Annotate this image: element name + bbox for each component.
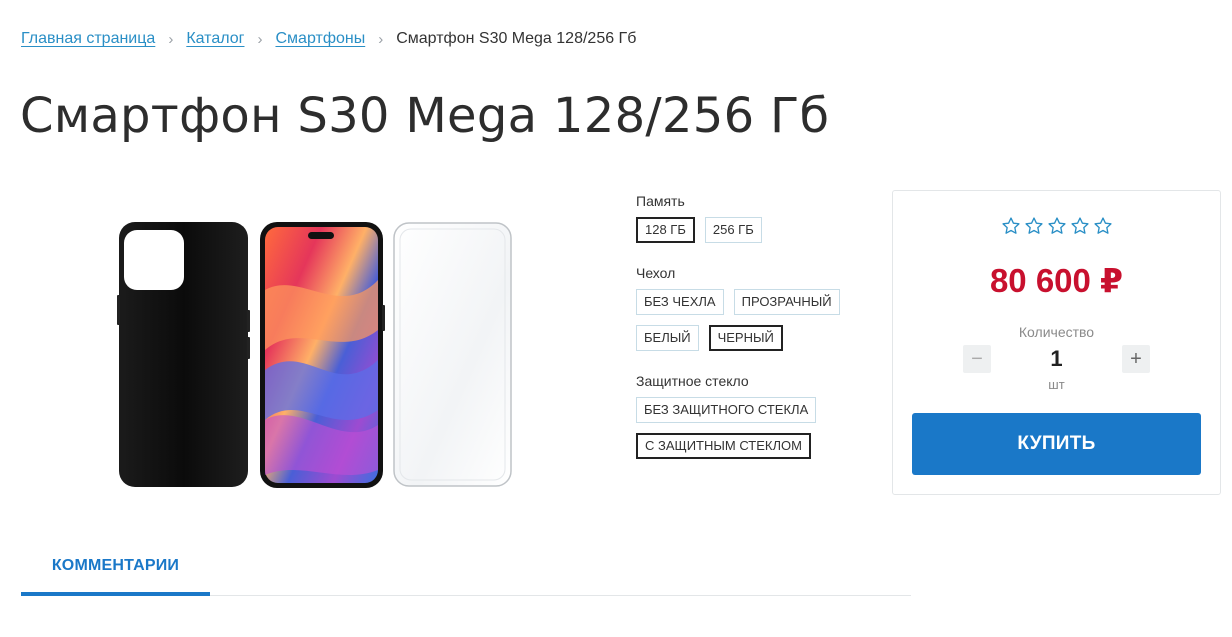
case-option-black[interactable]: ЧЕРНЫЙ bbox=[708, 325, 783, 351]
case-options: БЕЗ ЧЕХЛА ПРОЗРАЧНЫЙ БЕЛЫЙ ЧЕРНЫЙ bbox=[636, 289, 866, 351]
quantity-decrease-button[interactable]: − bbox=[963, 345, 991, 373]
star-outline-icon[interactable] bbox=[1093, 216, 1113, 236]
case-option-none[interactable]: БЕЗ ЧЕХЛА bbox=[636, 289, 724, 315]
star-outline-icon[interactable] bbox=[1047, 216, 1067, 236]
breadcrumb: Главная страница › Каталог › Смартфоны ›… bbox=[21, 30, 636, 48]
quantity-unit: шт bbox=[1048, 377, 1065, 392]
breadcrumb-chevron-icon: › bbox=[257, 30, 263, 48]
breadcrumb-home-link[interactable]: Главная страница bbox=[21, 30, 155, 48]
buy-box: 80 600 ₽ Количество − 1 + шт КУПИТЬ bbox=[892, 190, 1221, 495]
page-title: Смартфон S30 Mega 128/256 Гб bbox=[20, 88, 830, 144]
quantity-label: Количество bbox=[1018, 324, 1095, 340]
star-outline-icon[interactable] bbox=[1001, 216, 1021, 236]
glass-option-none[interactable]: БЕЗ ЗАЩИТНОГО СТЕКЛА bbox=[636, 397, 817, 423]
glass-label: Защитное стекло bbox=[636, 373, 749, 389]
memory-option-128[interactable]: 128 ГБ bbox=[636, 217, 695, 243]
phone-front-illustration bbox=[260, 222, 385, 488]
quantity-increase-button[interactable]: + bbox=[1122, 345, 1150, 373]
memory-label: Память bbox=[636, 193, 685, 209]
rating-stars[interactable] bbox=[893, 216, 1220, 236]
price: 80 600 ₽ bbox=[989, 262, 1124, 299]
breadcrumb-catalog-link[interactable]: Каталог bbox=[186, 30, 244, 48]
tab-comments[interactable]: КОММЕНТАРИИ bbox=[21, 540, 210, 596]
case-option-white[interactable]: БЕЛЫЙ bbox=[636, 325, 699, 351]
case-label: Чехол bbox=[636, 265, 676, 281]
star-outline-icon[interactable] bbox=[1024, 216, 1044, 236]
glass-options: БЕЗ ЗАЩИТНОГО СТЕКЛА С ЗАЩИТНЫМ СТЕКЛОМ bbox=[636, 397, 866, 459]
product-image[interactable] bbox=[110, 210, 520, 500]
breadcrumb-smartphones-link[interactable]: Смартфоны bbox=[275, 30, 365, 48]
breadcrumb-current: Смартфон S30 Mega 128/256 Гб bbox=[396, 30, 637, 47]
breadcrumb-chevron-icon: › bbox=[378, 30, 384, 48]
product-tabs: КОММЕНТАРИИ bbox=[21, 540, 911, 596]
glass-option-with[interactable]: С ЗАЩИТНЫМ СТЕКЛОМ bbox=[636, 433, 811, 459]
quantity-value[interactable]: 1 bbox=[1050, 346, 1062, 372]
case-option-transparent[interactable]: ПРОЗРАЧНЫЙ bbox=[733, 289, 840, 315]
screen-protector-illustration bbox=[393, 222, 512, 487]
breadcrumb-chevron-icon: › bbox=[168, 30, 174, 48]
memory-option-256[interactable]: 256 ГБ bbox=[704, 217, 762, 243]
star-outline-icon[interactable] bbox=[1070, 216, 1090, 236]
buy-button[interactable]: КУПИТЬ bbox=[912, 413, 1201, 475]
quantity-stepper: − 1 + bbox=[963, 344, 1150, 374]
product-options: Память 128 ГБ 256 ГБ Чехол БЕЗ ЧЕХЛА ПРО… bbox=[636, 193, 866, 481]
phone-case-illustration bbox=[117, 222, 250, 487]
memory-options: 128 ГБ 256 ГБ bbox=[636, 217, 866, 243]
